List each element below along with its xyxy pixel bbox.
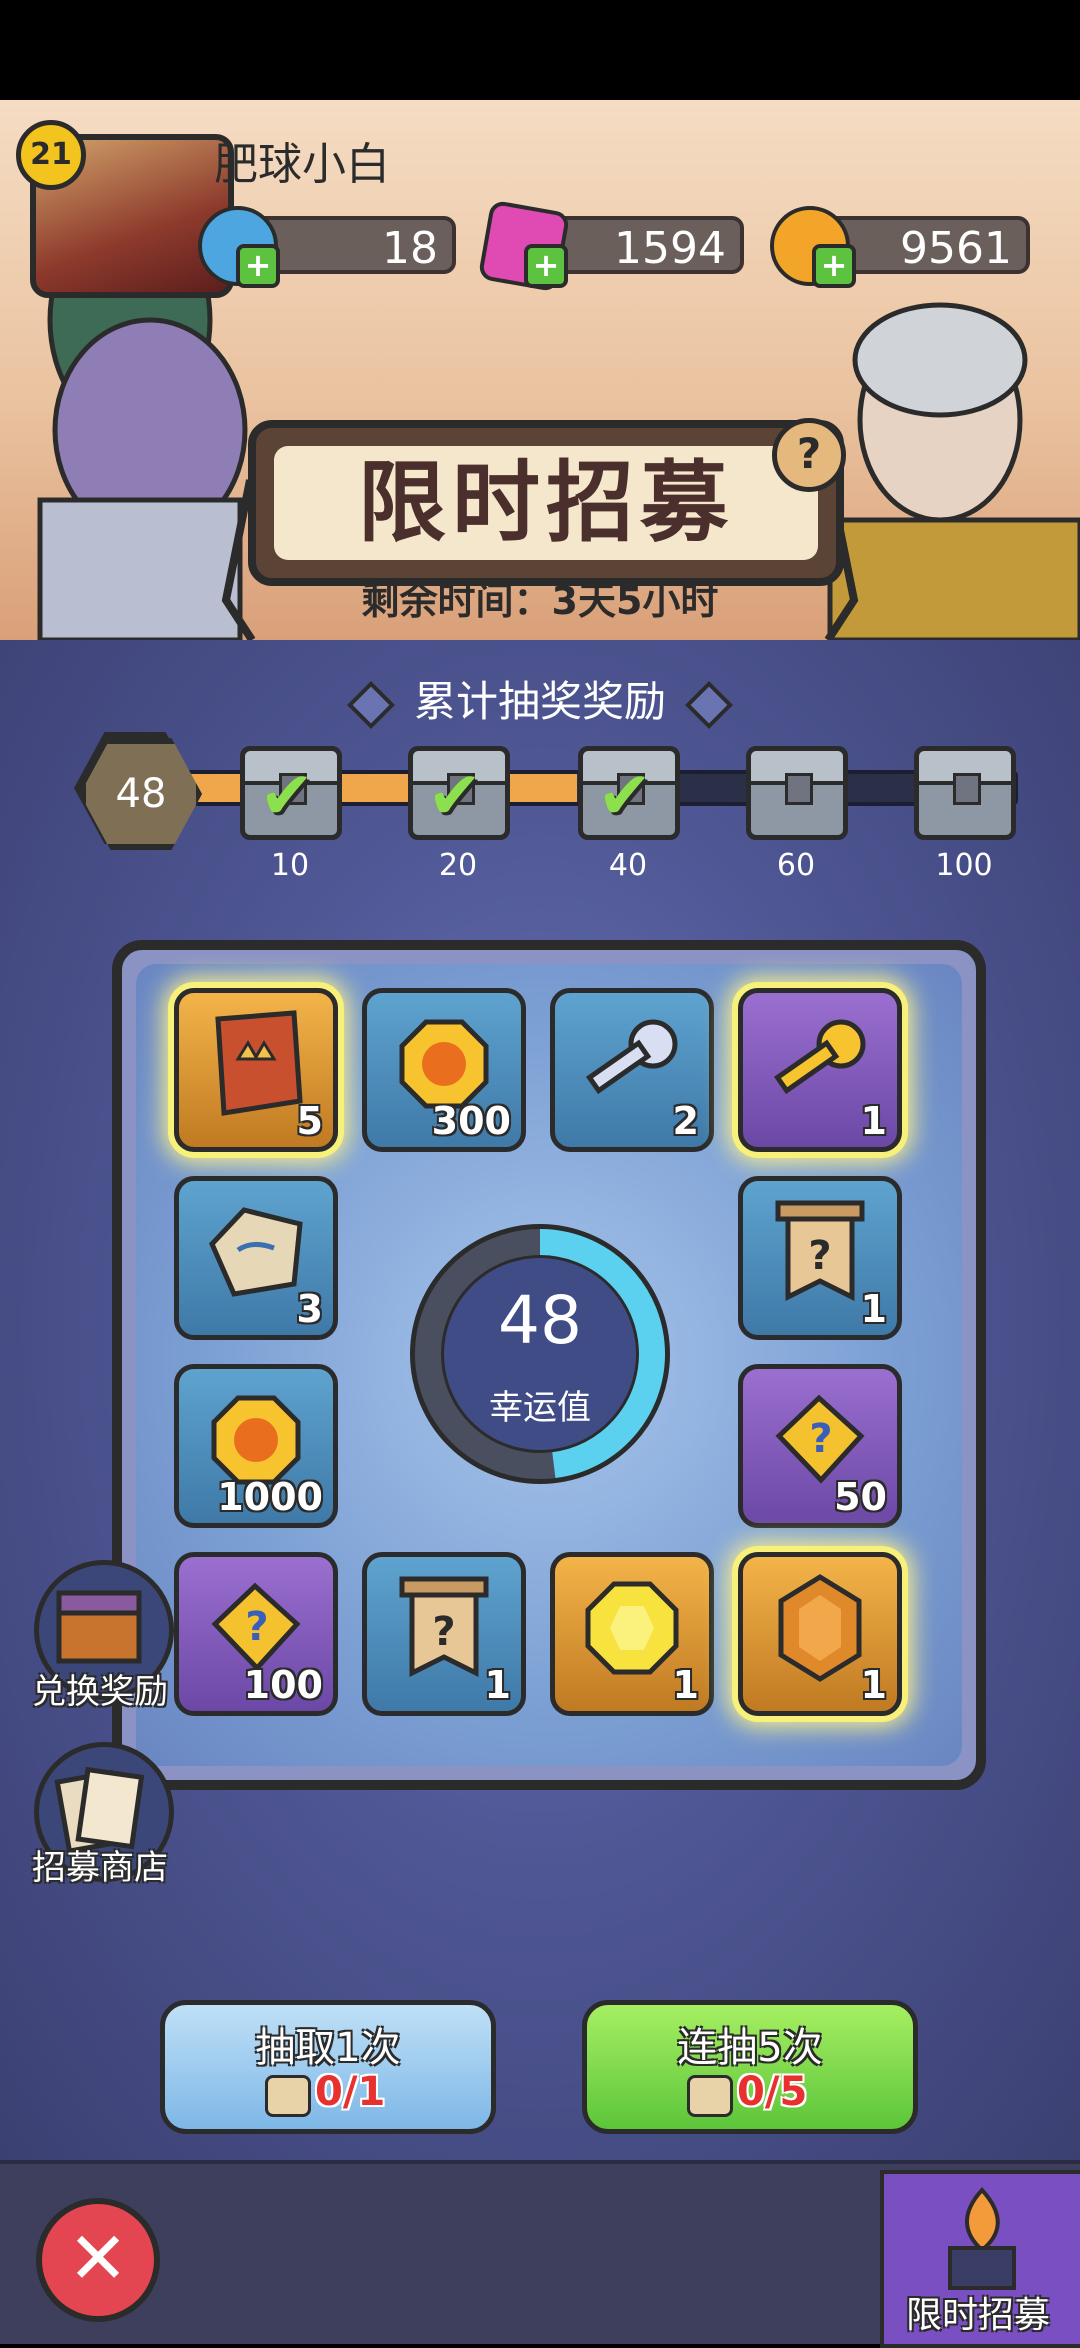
milestone-chest-20[interactable]: ✔ xyxy=(408,746,510,840)
draw-once-button[interactable]: 抽取1次 0/1 xyxy=(160,2000,496,2134)
draw-once-cost: 0/1 xyxy=(315,2069,386,2115)
draw-five-button[interactable]: 连抽5次 0/5 xyxy=(582,2000,918,2134)
check-icon: ✔ xyxy=(259,757,315,834)
add-gold-button[interactable]: + xyxy=(812,244,856,288)
milestone-header: 累计抽奖奖励 xyxy=(0,668,1080,729)
player-name: 肥球小白 xyxy=(214,139,390,190)
gold-key-icon xyxy=(773,1019,866,1094)
help-button[interactable]: ? xyxy=(772,418,846,492)
reward-qty: 3 xyxy=(296,1287,323,1331)
event-title: 限时招募 xyxy=(274,446,818,560)
reward-qty: 300 xyxy=(431,1099,511,1143)
draw-once-label: 抽取1次 xyxy=(255,2025,401,2071)
milestone-label: 60 xyxy=(776,848,816,883)
add-gems-button[interactable]: + xyxy=(236,244,280,288)
reward-tile-mystery-banner[interactable]: ? 1 xyxy=(738,1176,902,1340)
close-button[interactable]: ✕ xyxy=(36,2198,160,2322)
add-crystals-button[interactable]: + xyxy=(524,244,568,288)
milestone-label: 100 xyxy=(935,848,993,883)
diamond-icon xyxy=(684,680,734,729)
svg-text:?: ? xyxy=(808,1233,831,1279)
draw-five-cost: 0/5 xyxy=(737,2069,808,2115)
milestone-chest-60[interactable] xyxy=(746,746,848,840)
reward-tile-mystery-banner[interactable]: ? 1 xyxy=(362,1552,526,1716)
reward-qty: 5 xyxy=(296,1099,323,1143)
svg-text:?: ? xyxy=(432,1609,455,1655)
rune-stone-icon xyxy=(209,1207,303,1297)
reward-tile-puzzle-50[interactable]: ? 50 xyxy=(738,1364,902,1528)
mystery-banner-icon: ? xyxy=(399,1576,489,1677)
milestone-title: 累计抽奖奖励 xyxy=(413,677,666,726)
milestone-label: 10 xyxy=(270,848,310,883)
resource-gems-value: 18 xyxy=(250,216,456,274)
scroll-icon xyxy=(687,2075,733,2117)
svg-text:?: ? xyxy=(809,1416,832,1462)
milestone-progress-fill xyxy=(174,774,578,802)
exchange-rewards-label[interactable]: 兑换奖励 xyxy=(10,1664,190,1713)
reward-qty: 1 xyxy=(672,1663,699,1707)
reward-tile-puzzle-100[interactable]: ? 100 xyxy=(174,1552,338,1716)
reward-qty: 1 xyxy=(860,1099,887,1143)
gold-coin-icon xyxy=(399,1019,489,1109)
check-icon: ✔ xyxy=(427,757,483,834)
reward-tile-orange-gem[interactable]: 1 xyxy=(738,1552,902,1716)
mystery-banner-icon: ? xyxy=(775,1200,865,1301)
reward-qty: 100 xyxy=(243,1663,323,1707)
milestone-label: 20 xyxy=(438,848,478,883)
milestone-chest-100[interactable] xyxy=(914,746,1016,840)
orange-gem-icon xyxy=(778,1573,862,1682)
gold-coin-icon xyxy=(211,1395,301,1485)
luck-label: 幸运值 xyxy=(489,1388,591,1428)
hero-card-icon xyxy=(215,1010,303,1116)
reward-qty: 50 xyxy=(834,1475,887,1519)
reward-qty: 1000 xyxy=(217,1475,323,1519)
reward-tile-hero-card[interactable]: 5 xyxy=(174,988,338,1152)
draw-five-label: 连抽5次 xyxy=(677,2025,823,2071)
milestone-label: 40 xyxy=(608,848,648,883)
reward-qty: 1 xyxy=(484,1663,511,1707)
yellow-gem-icon xyxy=(585,1581,679,1675)
reward-tile-rune-stone[interactable]: 3 xyxy=(174,1176,338,1340)
reward-qty: 1 xyxy=(860,1663,887,1707)
reward-tile-gold-1000[interactable]: 1000 xyxy=(174,1364,338,1528)
reward-qty: 1 xyxy=(860,1287,887,1331)
diamond-icon xyxy=(346,680,396,729)
milestone-chest-40[interactable]: ✔ xyxy=(578,746,680,840)
remaining-time: 剩余时间：3天5小时 xyxy=(361,579,719,623)
luck-value: 48 xyxy=(498,1282,582,1359)
torch-icon xyxy=(948,2187,1016,2290)
tab-limited-recruit-label[interactable]: 限时招募 xyxy=(880,2286,1076,2338)
reward-tile-yellow-gem[interactable]: 1 xyxy=(550,1552,714,1716)
milestone-chest-10[interactable]: ✔ xyxy=(240,746,342,840)
event-title-plate: 限时招募 xyxy=(248,420,844,586)
scroll-icon xyxy=(265,2075,311,2117)
reward-tile-gold-300[interactable]: 300 xyxy=(362,988,526,1152)
check-icon: ✔ xyxy=(597,757,653,834)
silver-key-icon xyxy=(585,1019,678,1094)
svg-text:?: ? xyxy=(245,1604,268,1650)
reward-tile-gold-key[interactable]: 1 xyxy=(738,988,902,1152)
recruit-shop-label[interactable]: 招募商店 xyxy=(10,1840,190,1889)
level-badge: 21 xyxy=(16,120,86,190)
reward-qty: 2 xyxy=(672,1099,699,1143)
reward-tile-silver-key[interactable]: 2 xyxy=(550,988,714,1152)
